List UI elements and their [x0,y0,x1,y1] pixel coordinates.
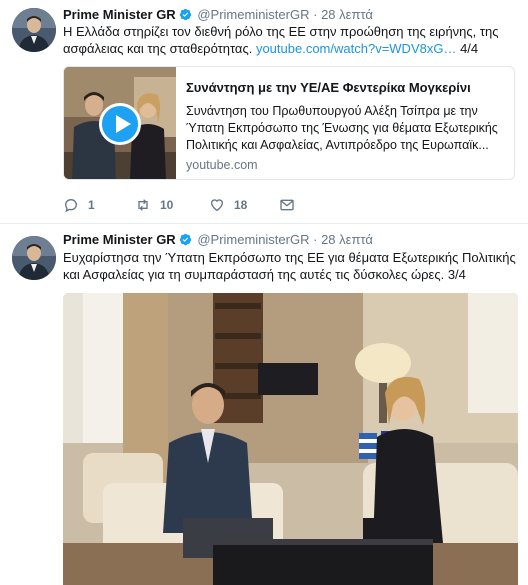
retweet-icon [138,199,148,211]
play-icon[interactable] [99,103,141,145]
avatar[interactable] [12,8,56,52]
direct-message-icon [280,199,294,211]
card-domain: youtube.com [186,158,258,172]
like-count: 18 [234,198,248,212]
author-handle[interactable]: @PrimeministerGR [197,7,309,22]
timestamp[interactable]: 28 λεπτά [321,7,373,22]
author-name[interactable]: Prime Minister GR [63,7,176,22]
card-body: Συνάντηση με την ΥΕ/ΑΕ Φεντερίκα Μογκερί… [186,79,508,172]
like-icon [210,199,224,212]
card-thumbnail[interactable] [64,67,176,179]
tweet-photo[interactable] [63,293,518,585]
retweet-button[interactable]: 10 [135,195,173,215]
reply-count: 1 [88,198,95,212]
avatar[interactable] [12,236,56,280]
timestamp[interactable]: 28 λεπτά [321,232,373,247]
retweet-count: 10 [160,198,174,212]
tweet-text: Η Ελλάδα στηρίζει τον διεθνή ρόλο της ΕΕ… [63,23,519,57]
meeting-photo [63,293,518,585]
author-name[interactable]: Prime Minister GR [63,232,176,247]
separator: · [313,232,318,247]
thread-counter: 4/4 [460,41,479,56]
link-card[interactable]: Συνάντηση με την ΥΕ/ΑΕ Φεντερίκα Μογκερί… [63,66,515,180]
author-handle[interactable]: @PrimeministerGR [197,232,309,247]
verified-badge-icon [179,8,191,21]
card-title[interactable]: Συνάντηση με την ΥΕ/ΑΕ Φεντερίκα Μογκερί… [186,79,508,96]
separator: · [313,7,318,22]
tweet[interactable]: Prime Minister GR @PrimeministerGR · 28 … [0,224,528,585]
direct-message-button[interactable] [279,195,295,215]
tweet-text: Ευχαρίστησα την Ύπατη Εκπρόσωπο της ΕΕ γ… [63,249,519,283]
verified-badge-icon [179,233,191,246]
avatar-image [12,8,56,52]
tweet-header: Prime Minister GR @PrimeministerGR · 28 … [63,7,373,23]
card-description: Συνάντηση του Πρωθυπουργού Αλέξη Τσίπρα … [186,104,498,152]
tweet[interactable]: Prime Minister GR @PrimeministerGR · 28 … [0,0,528,224]
reply-button[interactable]: 1 [63,195,95,215]
like-button[interactable]: 18 [209,195,247,215]
tweet-actions: 1 10 18 [63,195,323,215]
thread-counter: 3/4 [447,267,466,282]
tweet-link[interactable]: youtube.com/watch?v=WDV8xG… [256,41,457,56]
tweet-header: Prime Minister GR @PrimeministerGR · 28 … [63,232,373,248]
avatar-image [12,236,56,280]
reply-icon [64,198,78,213]
